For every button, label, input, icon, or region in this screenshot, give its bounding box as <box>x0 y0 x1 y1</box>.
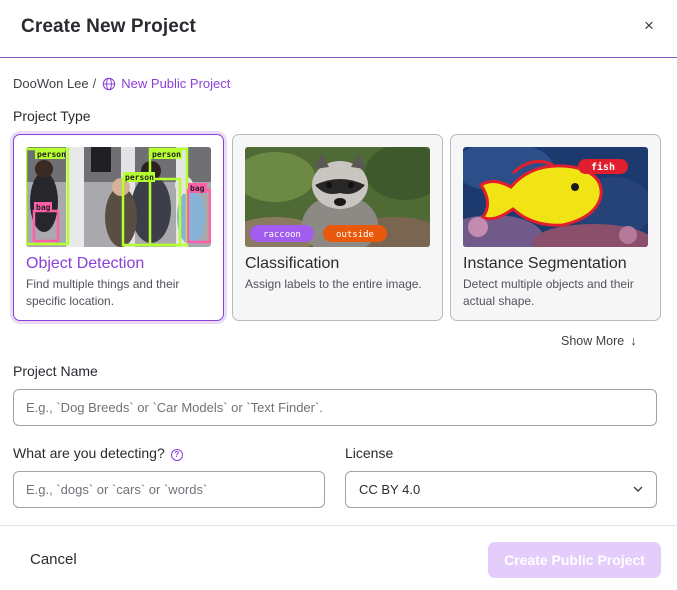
show-more-label: Show More <box>561 333 625 348</box>
breadcrumb-project[interactable]: New Public Project <box>121 76 230 91</box>
card-instance-segmentation[interactable]: fish Instance Segmentation Detect multip… <box>450 134 661 321</box>
card-name: Instance Segmentation <box>463 255 627 272</box>
detecting-label-text: What are you detecting? <box>13 445 165 461</box>
globe-icon <box>103 77 116 90</box>
card-description: Find multiple things and their specific … <box>26 277 180 308</box>
instance-segmentation-thumbnail: fish <box>463 147 648 247</box>
chevron-down-icon <box>633 486 643 492</box>
od-tag-person-3: person <box>152 150 181 159</box>
license-select[interactable]: CC BY 4.0 <box>345 471 657 508</box>
od-tag-person-2: person <box>125 173 154 182</box>
project-type-label: Project Type <box>13 108 91 124</box>
card-object-detection[interactable]: person person person bag bag Object Dete… <box>13 134 224 321</box>
modal-title: Create New Project <box>21 16 196 37</box>
create-project-button[interactable]: Create Public Project <box>488 542 661 578</box>
card-classification[interactable]: raccoon outside Classification Assign la… <box>232 134 443 321</box>
project-name-input[interactable] <box>13 389 657 426</box>
cls-tag-outside: outside <box>336 230 374 240</box>
breadcrumb: DooWon Lee / New Public Project <box>13 76 230 91</box>
show-more-button[interactable]: Show More ↓ <box>561 333 637 348</box>
od-tag-bag-1: bag <box>36 203 51 212</box>
od-tag-bag-2: bag <box>190 184 205 193</box>
close-icon[interactable]: × <box>638 15 660 37</box>
detecting-label: What are you detecting?? <box>13 445 183 461</box>
help-icon[interactable]: ? <box>170 449 183 461</box>
card-description: Assign labels to the entire image. <box>245 277 422 291</box>
card-name: Object Detection <box>26 255 145 272</box>
project-name-label: Project Name <box>13 363 98 379</box>
classification-thumbnail: raccoon outside <box>245 147 430 247</box>
card-description: Detect multiple objects and their actual… <box>463 277 634 308</box>
od-tag-person-1: person <box>37 150 66 159</box>
object-detection-thumbnail: person person person bag bag <box>26 147 211 247</box>
cancel-button[interactable]: Cancel <box>30 551 77 568</box>
license-label: License <box>345 445 394 461</box>
modal-header: Create New Project × <box>0 0 677 58</box>
detecting-input[interactable] <box>13 471 325 508</box>
card-name: Classification <box>245 255 340 272</box>
cls-tag-raccoon: raccoon <box>263 230 301 240</box>
arrow-down-icon: ↓ <box>630 333 637 348</box>
create-project-modal: Create New Project × DooWon Lee / New Pu… <box>0 0 678 590</box>
breadcrumb-owner[interactable]: DooWon Lee <box>13 76 89 91</box>
breadcrumb-separator: / <box>92 76 97 91</box>
seg-tag-fish: fish <box>591 161 615 173</box>
license-selected-value: CC BY 4.0 <box>359 482 421 497</box>
